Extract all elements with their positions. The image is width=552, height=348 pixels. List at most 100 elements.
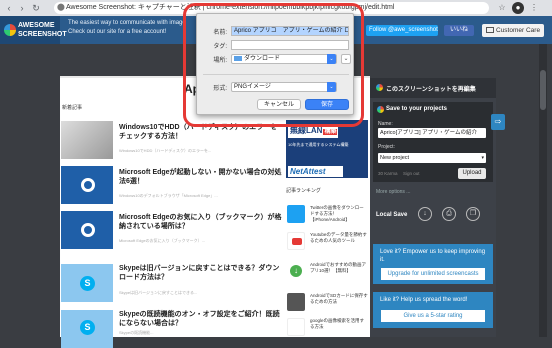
article-title[interactable]: Microsoft Edgeが起動しない・開かない場合の対処法6選！	[119, 168, 284, 186]
twitter-bird-icon[interactable]	[287, 205, 305, 223]
reload-icon[interactable]: ↻	[30, 2, 42, 14]
ad-badge: 構築	[323, 129, 338, 135]
ad-brand: NetAttest	[288, 166, 343, 177]
download-icon[interactable]: ↓	[418, 207, 432, 221]
location-select-value: ダウンロード	[244, 56, 281, 62]
ad-subtitle: 10年先まで通用するシステム構築	[288, 142, 349, 147]
article-thumb-skype[interactable]: S	[61, 264, 113, 302]
cancel-button[interactable]: キャンセル	[257, 99, 301, 110]
chevron-down-icon: ⌄	[327, 82, 336, 92]
expand-dialog-button[interactable]: ⌄	[341, 54, 351, 64]
logo-icon	[4, 24, 16, 36]
download-icon[interactable]: ↓	[287, 262, 305, 280]
edge-logo-icon	[81, 178, 95, 192]
ranking-item[interactable]: AndroidでSDカードに保存するための方法	[310, 293, 368, 305]
twitter-follow-button[interactable]: Follow @awe_screenshot	[366, 25, 438, 36]
format-select[interactable]: PNGイメージ ⌄	[231, 82, 337, 92]
article-thumb-skype2[interactable]: S	[61, 310, 113, 348]
ranking-item[interactable]: Androidでおすすめの動画アプリ10選！【無料】	[310, 262, 368, 274]
upgrade-button[interactable]: Upgrade for unlimited screencasts	[381, 268, 485, 280]
customer-care-label: Customer Care	[496, 27, 541, 34]
location-label: 場所:	[213, 58, 227, 64]
article-thumb-hdd[interactable]	[61, 121, 113, 159]
article-thumb-edge-fav[interactable]	[61, 211, 113, 249]
upgrade-promo-text: Love it? Empower us to keep improving it…	[380, 249, 486, 263]
customer-care-button[interactable]: Customer Care	[482, 24, 544, 37]
download-arrow-icon: ↓	[290, 265, 302, 277]
save-dialog: 名前: Aprico アプリコ アプリ・ゲームの紹介 ログ タグ: 場所: ダウ…	[196, 13, 354, 115]
location-select[interactable]: ダウンロード ⌄	[231, 54, 337, 64]
extension-record-icon[interactable]: ●	[512, 2, 524, 14]
folder-icon	[234, 55, 242, 61]
facebook-like-label: いいね	[449, 27, 468, 33]
karma-count: 30 Karma	[378, 171, 398, 176]
banner-tagline: The easiest way to communicate with imag…	[68, 20, 186, 26]
youtube-play-icon	[292, 238, 302, 245]
local-save-title: Local Save	[376, 212, 408, 218]
edge-logo-icon	[81, 223, 95, 237]
project-label: Project:	[378, 144, 395, 150]
banner-subline[interactable]: Check out our site for a free account!	[68, 29, 166, 35]
project-name-input[interactable]: Aprico[アプリコ] アプリ・ゲームの紹介	[378, 128, 486, 138]
facebook-like-button[interactable]: いいね	[444, 25, 474, 36]
name-label: Name:	[378, 121, 393, 127]
article-thumb-edge[interactable]	[61, 166, 113, 204]
chevron-down-icon: ▾	[481, 155, 484, 161]
ranking-item[interactable]: Twitterの画像をダウンロードする方法！【iPhone/Android】	[310, 205, 368, 223]
mail-icon	[486, 27, 494, 33]
panel-header[interactable]: このスクリーンショットを再編集	[386, 84, 476, 93]
filename-input[interactable]: Aprico アプリコ アプリ・ゲームの紹介 ログ	[231, 26, 349, 36]
article-title[interactable]: Skypeの既読機能のオン・オフ設定をご紹介！既読にならない場合は？	[119, 310, 284, 328]
logo: AWESOME SCREENSHOT	[0, 16, 67, 44]
back-icon[interactable]: ‹	[3, 2, 15, 14]
menu-icon[interactable]: ⋮	[528, 2, 540, 14]
sdcard-icon[interactable]	[287, 293, 305, 311]
skype-logo-icon: S	[80, 276, 95, 291]
tags-label: タグ:	[213, 44, 227, 50]
name-label: 名前:	[213, 30, 227, 36]
article-meta: Windows10でHDD（ハードディスク）のエラーを...	[119, 148, 212, 153]
project-select[interactable]: New project ▾	[378, 153, 486, 163]
upload-button[interactable]: Upload	[458, 168, 486, 179]
format-label: 形式:	[213, 86, 227, 92]
ranking-item[interactable]: googleの画像検索を活用する方法	[310, 318, 368, 330]
tags-input[interactable]	[231, 40, 349, 50]
article-meta: Skypeは旧バージョンに戻すことはできる...	[119, 290, 198, 295]
article-meta: Microsoft Edgeのお気に入り（ブックマーク）...	[119, 238, 206, 243]
logo-line2: SCREENSHOT	[18, 31, 67, 38]
chevron-down-icon: ⌄	[327, 54, 336, 64]
star-icon[interactable]: ☆	[496, 2, 508, 14]
google-icon[interactable]	[287, 318, 305, 336]
print-icon[interactable]: ⎙	[442, 207, 456, 221]
logo-line1: AWESOME	[18, 22, 55, 29]
ranking-item[interactable]: Youtubeのデータ量を節約するための人気のツール	[310, 232, 368, 244]
youtube-icon[interactable]	[287, 232, 305, 250]
sign-out-link[interactable]: Sign out	[403, 171, 420, 176]
reedit-icon	[376, 84, 383, 91]
extension-icon: ⬤	[57, 4, 65, 11]
section-title: 新着記事	[62, 105, 83, 111]
article-title[interactable]: Skypeは旧バージョンに戻すことはできる？ダウンロード方法は？	[119, 264, 284, 282]
filename-input-suffix: ログ	[344, 28, 348, 34]
format-select-value: PNGイメージ	[234, 84, 271, 90]
article-meta: Skypeの既読機能...	[119, 330, 154, 335]
canvas-bg-left	[0, 44, 60, 337]
article-title[interactable]: Microsoft Edgeのお気に入り（ブックマーク）が格納されている場所は？	[119, 213, 284, 231]
filename-input-value: Aprico アプリコ アプリ・ゲームの紹介	[234, 28, 343, 34]
ranking-title: 記事ランキング	[286, 188, 321, 194]
rating-promo-text: Like it? Help us spread the word!	[380, 297, 468, 303]
panel-toggle-icon[interactable]: ⇨	[491, 114, 505, 130]
save-button[interactable]: 保存	[305, 99, 349, 110]
dialog-divider	[203, 74, 349, 75]
project-select-value: New project	[380, 155, 410, 161]
save-projects-icon	[377, 106, 384, 113]
twitter-follow-label: Follow @awe_screenshot	[369, 27, 438, 33]
ad-title-text: 無線LAN	[290, 126, 323, 135]
copy-icon[interactable]: ❐	[466, 207, 480, 221]
skype-logo-icon: S	[80, 320, 95, 335]
more-options-link[interactable]: More options ...	[376, 189, 410, 195]
save-projects-title: Save to your projects	[386, 106, 448, 112]
forward-icon[interactable]: ›	[16, 2, 28, 14]
rate-button[interactable]: Give us a 5-star rating	[381, 310, 485, 322]
scrollbar-thumb[interactable]	[540, 70, 546, 110]
